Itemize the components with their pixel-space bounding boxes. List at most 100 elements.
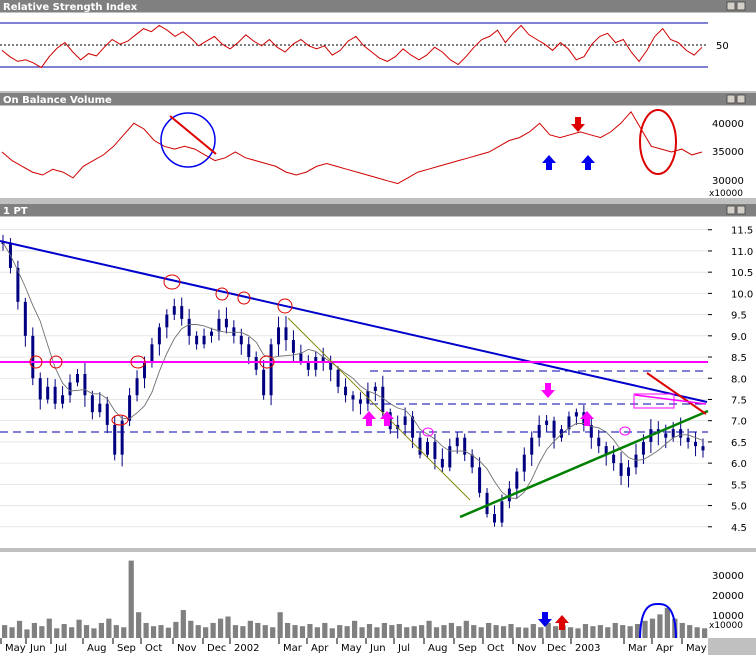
price-body: [284, 327, 288, 341]
volume-bar: [612, 622, 618, 638]
volume-bar: [240, 626, 246, 638]
volume-bar: [180, 610, 186, 638]
x-tick-label: Jul: [397, 643, 410, 654]
price-body: [210, 331, 214, 336]
obv-tick-30000: 30000: [712, 176, 744, 187]
price-minimize-button[interactable]: [726, 205, 736, 215]
price-body: [522, 454, 526, 472]
price-tick-label: 7.0: [731, 417, 747, 428]
volume-bar: [620, 625, 626, 638]
x-tick-label: Apr: [656, 643, 674, 654]
price-tick-label: 9.5: [731, 311, 747, 322]
price-body: [574, 412, 578, 417]
price-title: 1 PT: [3, 206, 28, 217]
price-body: [187, 318, 191, 336]
price-body: [679, 429, 683, 438]
price-body: [157, 327, 161, 345]
volume-tick-20000: 20000: [712, 591, 744, 602]
price-tick-label: 5.5: [731, 480, 747, 491]
price-body: [552, 420, 556, 438]
price-body: [195, 335, 199, 345]
volume-bar: [106, 618, 112, 638]
volume-bar: [471, 625, 477, 638]
volume-bar: [188, 620, 194, 638]
x-tick-label: Nov: [177, 643, 197, 654]
volume-bar: [575, 628, 581, 638]
price-body: [686, 437, 690, 442]
price-tick-label: 10.5: [731, 268, 753, 279]
volume-bar: [657, 614, 663, 638]
price-maximize-button[interactable]: [736, 205, 746, 215]
volume-bar: [679, 622, 685, 638]
volume-bar: [448, 622, 455, 638]
volume-bar: [374, 627, 380, 638]
volume-bar: [500, 626, 507, 638]
price-body: [537, 424, 541, 438]
volume-bar: [158, 625, 164, 638]
price-body: [664, 433, 668, 438]
price-body: [373, 386, 377, 391]
price-body: [344, 386, 348, 396]
price-tick-label: 6.5: [731, 438, 747, 449]
volume-bar: [292, 625, 298, 638]
volume-bar: [441, 625, 447, 638]
volume-bar: [217, 618, 224, 638]
volume-bar: [307, 624, 313, 638]
volume-bar: [210, 622, 216, 638]
price-body: [46, 386, 50, 400]
price-body: [277, 327, 281, 345]
volume-bar: [247, 620, 253, 638]
obv-minimize-button[interactable]: [726, 94, 736, 104]
price-body: [254, 357, 258, 370]
price-body: [217, 318, 221, 332]
price-plot-area: [0, 217, 708, 548]
volume-bar: [61, 624, 67, 638]
price-body: [53, 386, 57, 404]
volume-bar: [46, 618, 52, 638]
price-body: [545, 420, 549, 425]
volume-bar: [642, 620, 648, 638]
price-body: [98, 403, 102, 413]
rsi-minimize-button[interactable]: [726, 1, 736, 11]
volume-bar: [702, 628, 708, 638]
x-tick-label: Jun: [29, 643, 46, 654]
x-tick-label: Dec: [547, 643, 566, 654]
x-tick-label: 2002: [234, 643, 259, 654]
rsi-tick-label: 50: [716, 41, 729, 52]
volume-bar: [329, 628, 335, 638]
price-body: [515, 471, 519, 489]
price-body: [701, 446, 705, 451]
price-body: [671, 429, 675, 438]
price-body: [425, 441, 429, 455]
price-body: [694, 441, 698, 447]
x-tick-label: May: [686, 643, 707, 654]
rsi-maximize-button[interactable]: [736, 1, 746, 11]
volume-bar: [567, 627, 574, 638]
price-body: [530, 437, 534, 455]
x-tick-label: Nov: [517, 643, 537, 654]
volume-bar: [225, 616, 231, 638]
volume-bar: [478, 627, 484, 638]
price-body: [83, 374, 87, 396]
volume-bar: [98, 622, 105, 638]
x-tick-label: Jun: [369, 643, 386, 654]
price-body: [90, 395, 94, 413]
volume-bar: [523, 627, 529, 638]
x-tick-label: Sep: [458, 643, 477, 654]
x-tick-label: Aug: [87, 643, 107, 654]
price-body: [135, 378, 139, 396]
price-tick-label: 10.0: [731, 289, 753, 300]
obv-maximize-button[interactable]: [736, 94, 746, 104]
price-tick-label: 9.0: [731, 332, 747, 343]
price-body: [351, 395, 355, 400]
stock-chart: Relative Strength Index 50 On Balance Vo…: [0, 0, 756, 655]
rsi-axis-area: [708, 13, 756, 91]
volume-bar: [553, 626, 559, 638]
x-tick-label: Apr: [311, 643, 329, 654]
price-tick-label: 8.0: [731, 374, 747, 385]
volume-bar: [463, 620, 469, 638]
rsi-panel: Relative Strength Index 50: [0, 0, 756, 91]
price-body: [262, 369, 266, 396]
price-body: [165, 314, 169, 328]
price-tick-label: 4.5: [731, 523, 747, 534]
